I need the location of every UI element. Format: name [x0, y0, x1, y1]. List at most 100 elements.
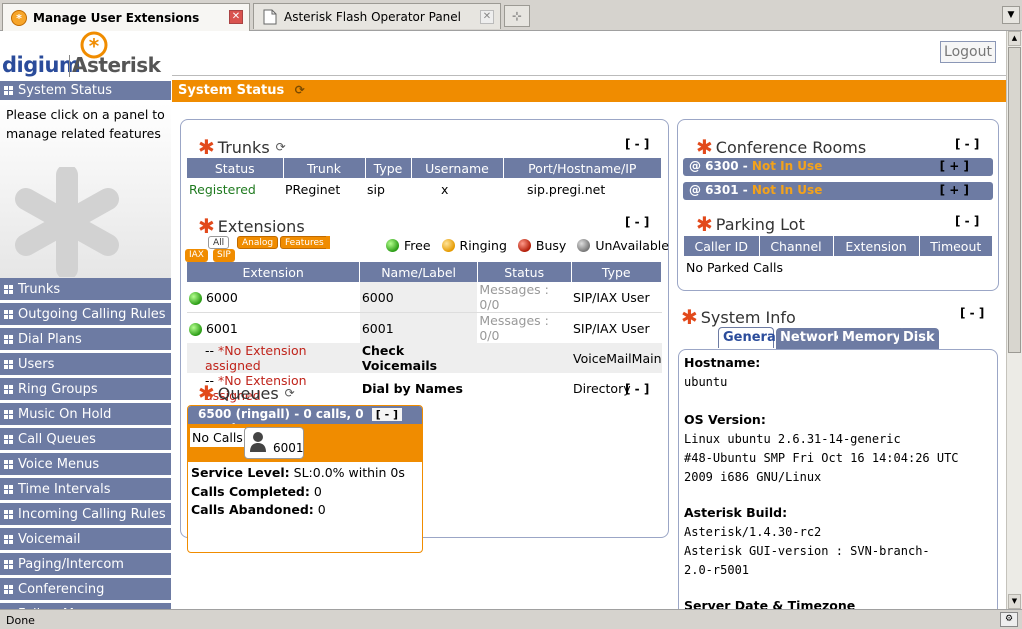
- parking-empty: No Parked Calls: [686, 259, 783, 275]
- conference-room-status: Not In Use: [751, 183, 823, 197]
- extensions-title-text[interactable]: Extensions: [218, 217, 305, 236]
- vertical-scrollbar[interactable]: ▲ ▼: [1006, 31, 1022, 609]
- queue-collapse-button[interactable]: [ - ]: [371, 408, 402, 421]
- trunk-username: x: [441, 181, 449, 197]
- parking-title-text[interactable]: Parking Lot: [716, 215, 805, 234]
- sidebar-item-music-on-hold[interactable]: Music On Hold: [0, 403, 171, 428]
- conference-room: @ 6300 -: [689, 159, 752, 173]
- extensions-collapse-button[interactable]: [ - ]: [625, 215, 649, 229]
- tab-general[interactable]: General: [718, 327, 780, 348]
- filter-sip-tab[interactable]: SIP: [213, 249, 235, 262]
- sidebar-item-label: Dial Plans: [18, 331, 82, 347]
- scrollbar-thumb[interactable]: [1008, 47, 1021, 353]
- extension-status: Messages : 0/0: [477, 282, 571, 313]
- filter-all-tab[interactable]: All: [208, 236, 230, 249]
- table-row[interactable]: -- *No Extension assigned Check Voicemai…: [187, 343, 662, 373]
- close-tab-icon[interactable]: ✕: [229, 10, 243, 24]
- refresh-icon[interactable]: ⟳: [276, 140, 286, 154]
- sysinfo-title: ✱ System Info: [681, 305, 796, 329]
- sidebar-item-label: Voicemail: [18, 531, 81, 547]
- tab-list-icon[interactable]: ▼: [1002, 6, 1020, 24]
- expand-button[interactable]: [ + ]: [940, 183, 969, 197]
- queue-agent-card[interactable]: 6001: [244, 427, 304, 459]
- tab-disk[interactable]: Disk: [899, 328, 939, 349]
- stat-value: SL:0.0% within 0s: [293, 465, 405, 480]
- conference-title-text[interactable]: Conference Rooms: [716, 138, 866, 157]
- sidebar-description: Please click on a panel to manage relate…: [0, 103, 171, 278]
- table-row[interactable]: 6000 6000 Messages : 0/0 SIP/IAX User: [187, 282, 662, 313]
- browser-tab-title: Asterisk Flash Operator Panel: [284, 9, 461, 24]
- sidebar-item-time-intervals[interactable]: Time Intervals: [0, 478, 171, 503]
- sidebar-item-ring-groups[interactable]: Ring Groups: [0, 378, 171, 403]
- conference-room: @ 6301 -: [689, 183, 752, 197]
- browser-status-bar: Done ⚙: [0, 609, 1022, 629]
- parking-collapse-button[interactable]: [ - ]: [955, 214, 979, 228]
- build-value-line: Asterisk GUI-version : SVN-branch-: [684, 544, 930, 558]
- new-tab-button[interactable]: ⊹: [504, 5, 530, 27]
- sidebar: System Status Please click on a panel to…: [0, 81, 171, 609]
- sidebar-item-trunks[interactable]: Trunks: [0, 278, 171, 303]
- grid-icon: [4, 384, 13, 394]
- security-icon[interactable]: ⚙: [1000, 612, 1018, 627]
- extension-number: 6001: [205, 320, 238, 336]
- table-row[interactable]: Registered PReginet sip x sip.pregi.net: [187, 178, 662, 200]
- sidebar-item-paging-intercom[interactable]: Paging/Intercom: [0, 553, 171, 578]
- filter-analog-tab[interactable]: Analog: [237, 236, 279, 249]
- browser-tab-flash-operator-panel[interactable]: Asterisk Flash Operator Panel ✕: [253, 3, 501, 29]
- table-header-row: Status Trunk Type Username Port/Hostname…: [187, 158, 662, 178]
- sidebar-item-dial-plans[interactable]: Dial Plans: [0, 328, 171, 353]
- conference-collapse-button[interactable]: [ - ]: [955, 137, 979, 151]
- scroll-down-icon[interactable]: ▼: [1008, 594, 1021, 609]
- close-tab-icon[interactable]: ✕: [480, 10, 494, 24]
- trunks-title-text[interactable]: Trunks: [218, 138, 270, 157]
- trunks-collapse-button[interactable]: [ - ]: [625, 137, 649, 151]
- stat-label: Service Level:: [191, 465, 290, 480]
- column-header: Extension: [187, 262, 361, 282]
- refresh-icon[interactable]: ⟳: [295, 83, 305, 97]
- no-extension-note: *No Extension assigned: [205, 343, 307, 373]
- filter-features-tab[interactable]: Features: [280, 236, 329, 249]
- queues-title-text[interactable]: Queues: [218, 384, 279, 403]
- sidebar-item-voice-menus[interactable]: Voice Menus: [0, 453, 171, 478]
- sidebar-item-label: Incoming Calling Rules: [18, 506, 166, 522]
- grid-icon: [4, 284, 13, 294]
- asterisk-icon: ✱: [681, 305, 698, 329]
- tab-memory[interactable]: Memory: [838, 328, 906, 349]
- sysinfo-collapse-button[interactable]: [ - ]: [960, 306, 984, 320]
- sidebar-item-call-queues[interactable]: Call Queues: [0, 428, 171, 453]
- legend-label: Ringing: [459, 238, 507, 253]
- browser-tab-manage-user-extensions[interactable]: * Manage User Extensions ✕: [2, 3, 250, 31]
- parking-title: ✱ Parking Lot: [696, 212, 805, 236]
- sidebar-item-voicemail[interactable]: Voicemail: [0, 528, 171, 553]
- sysinfo-title-text[interactable]: System Info: [701, 308, 796, 327]
- column-header: Channel: [759, 236, 834, 256]
- table-row[interactable]: 6001 6001 Messages : 0/0 SIP/IAX User: [187, 312, 662, 343]
- queue-stat-row: Service Level: SL:0.0% within 0s: [191, 464, 419, 483]
- conference-room-row[interactable]: @ 6301 - Not In Use [ + ]: [683, 182, 993, 200]
- sidebar-item-system-status[interactable]: System Status: [0, 81, 171, 103]
- sidebar-item-incoming-calling-rules[interactable]: Incoming Calling Rules: [0, 503, 171, 528]
- asterisk-icon: ✱: [696, 212, 713, 236]
- legend-label: Busy: [535, 238, 567, 253]
- build-label: Asterisk Build:: [684, 505, 788, 520]
- queues-collapse-button[interactable]: [ - ]: [625, 382, 649, 396]
- grid-icon: [4, 484, 13, 494]
- sidebar-item-outgoing-calling-rules[interactable]: Outgoing Calling Rules: [0, 303, 171, 328]
- status-legend: Free Ringing Busy UnAvailable: [386, 238, 669, 253]
- extension-name: 6001: [359, 312, 478, 343]
- expand-button[interactable]: [ + ]: [940, 159, 969, 173]
- tab-network[interactable]: Network: [776, 328, 846, 349]
- scroll-up-icon[interactable]: ▲: [1008, 31, 1021, 46]
- table-header-row: Extension Name/Label Status Type: [187, 262, 662, 282]
- stat-label: Calls Abandoned:: [191, 502, 314, 517]
- os-label: OS Version:: [684, 412, 766, 427]
- filter-iax-tab[interactable]: IAX: [185, 249, 208, 262]
- asterisk-icon: ✱: [198, 214, 215, 238]
- refresh-icon[interactable]: ⟳: [285, 386, 295, 400]
- sidebar-item-users[interactable]: Users: [0, 353, 171, 378]
- grid-icon: [4, 434, 13, 444]
- sidebar-item-conferencing[interactable]: Conferencing: [0, 578, 171, 603]
- ringing-status-icon: [441, 239, 455, 252]
- conference-room-row[interactable]: @ 6300 - Not In Use [ + ]: [683, 158, 993, 176]
- logout-button[interactable]: Logout: [940, 41, 996, 63]
